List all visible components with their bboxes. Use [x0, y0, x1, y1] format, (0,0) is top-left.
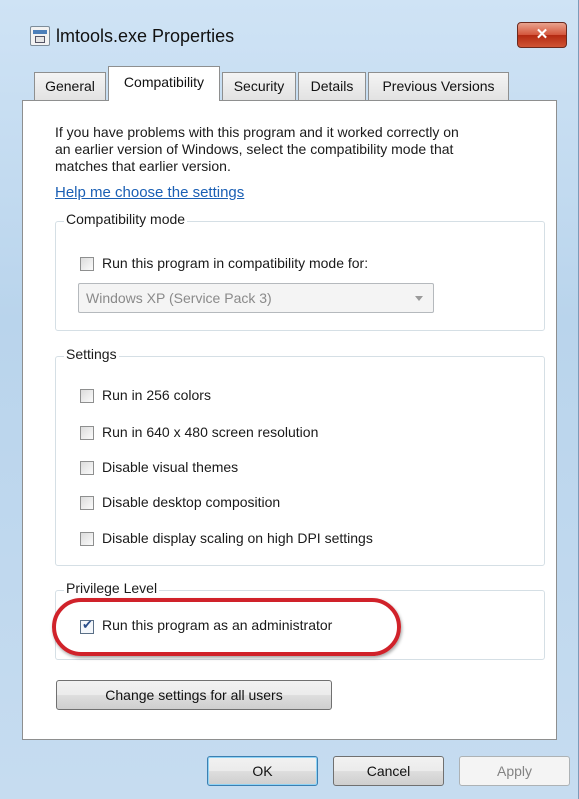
setting-desktop-composition-checkbox[interactable]	[80, 496, 94, 510]
compatibility-mode-legend: Compatibility mode	[64, 211, 188, 227]
apply-button[interactable]: Apply	[459, 756, 570, 786]
os-select[interactable]: Windows XP (Service Pack 3)	[78, 283, 434, 313]
tab-general[interactable]: General	[34, 72, 106, 100]
app-icon	[30, 26, 50, 46]
tab-compatibility[interactable]: Compatibility	[108, 66, 220, 101]
setting-desktop-composition-label: Disable desktop composition	[102, 494, 281, 510]
help-link[interactable]: Help me choose the settings	[55, 184, 244, 201]
setting-visual-themes-label: Disable visual themes	[102, 459, 239, 475]
chevron-down-icon	[415, 296, 423, 301]
highlight-ring	[52, 598, 401, 656]
tab-previous-versions[interactable]: Previous Versions	[368, 72, 509, 100]
close-icon: ✕	[535, 26, 549, 43]
os-select-value: Windows XP (Service Pack 3)	[86, 290, 272, 306]
setting-visual-themes-checkbox[interactable]	[80, 461, 94, 475]
compat-mode-checkbox[interactable]	[80, 257, 94, 271]
cancel-button[interactable]: Cancel	[333, 756, 444, 786]
compat-mode-label: Run this program in compatibility mode f…	[102, 255, 369, 271]
change-settings-all-users-button[interactable]: Change settings for all users	[56, 680, 332, 710]
intro-line-2: an earlier version of Windows, select th…	[55, 141, 454, 157]
setting-640x480-label: Run in 640 x 480 screen resolution	[102, 424, 319, 440]
setting-dpi-scaling-label: Disable display scaling on high DPI sett…	[102, 530, 373, 546]
setting-dpi-scaling-checkbox[interactable]	[80, 532, 94, 546]
tab-security[interactable]: Security	[222, 72, 296, 100]
setting-256-colors-label: Run in 256 colors	[102, 387, 211, 403]
privilege-level-legend: Privilege Level	[64, 580, 160, 596]
settings-legend: Settings	[64, 346, 119, 362]
compatibility-mode-group	[55, 221, 545, 331]
intro-line-1: If you have problems with this program a…	[55, 124, 459, 140]
setting-640x480-checkbox[interactable]	[80, 426, 94, 440]
setting-256-colors-checkbox[interactable]	[80, 389, 94, 403]
window-title: lmtools.exe Properties	[56, 26, 235, 46]
intro-line-3: matches that earlier version.	[55, 158, 231, 174]
ok-button[interactable]: OK	[207, 756, 318, 786]
close-button[interactable]: ✕	[517, 22, 567, 48]
tab-details[interactable]: Details	[298, 72, 366, 100]
